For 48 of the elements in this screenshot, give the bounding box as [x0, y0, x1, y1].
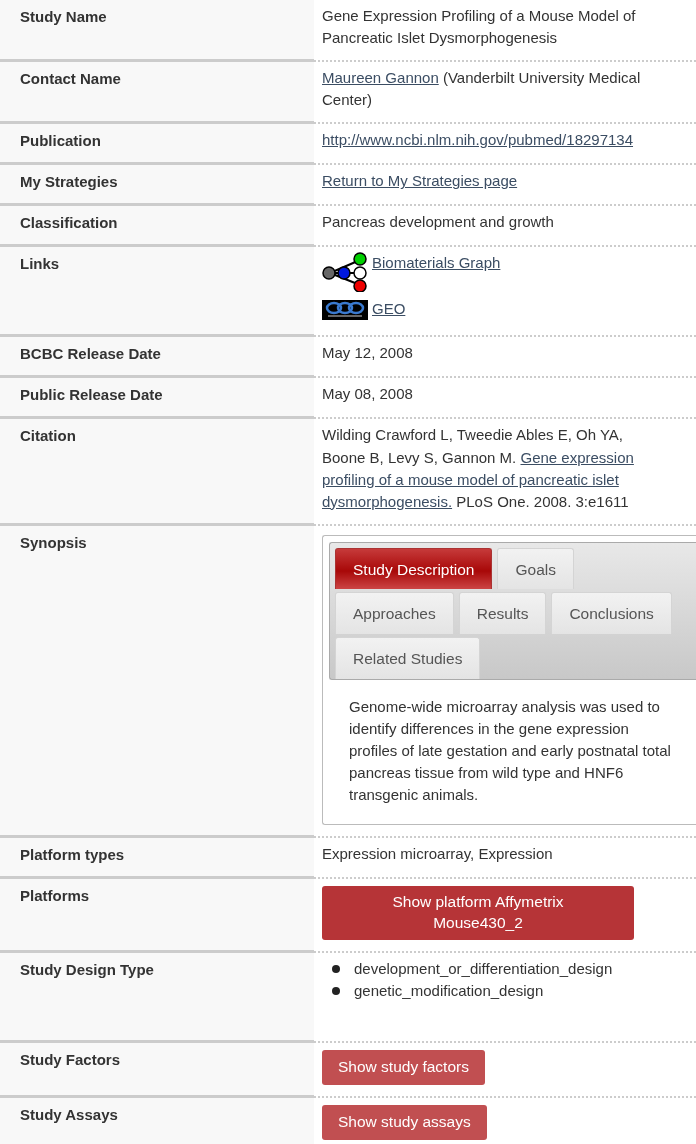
- link[interactable]: Biomaterials Graph: [372, 252, 501, 275]
- field-label: Contact Name: [20, 70, 121, 88]
- field-value: Maureen Gannon (Vanderbilt University Medical Center): [322, 68, 642, 111]
- tab[interactable]: Approaches: [335, 592, 454, 635]
- tab[interactable]: Results: [458, 592, 547, 635]
- link[interactable]: http://www.ncbi.nlm.nih.gov/pubmed/18297134: [322, 131, 634, 149]
- show-button[interactable]: Show study assays: [322, 1105, 487, 1140]
- link[interactable]: GEO: [372, 298, 406, 321]
- field-label: Study Assays: [20, 1106, 118, 1123]
- graph-icon: [322, 252, 368, 293]
- citation-text: Wilding Crawford L, Tweedie Ables E, Oh YA,: [322, 425, 623, 446]
- tab[interactable]: Goals: [497, 547, 574, 590]
- field-value: May 12, 2008: [322, 343, 414, 364]
- list-item: development_or_differentiation_design: [354, 959, 613, 980]
- field-label: Synopsis: [20, 533, 87, 551]
- field-label: Links: [20, 255, 60, 273]
- citation-text: Boone B, Levy S, Gannon M.: [322, 447, 517, 468]
- field-label: Platforms: [20, 887, 90, 905]
- link[interactable]: dysmorphogenesis.: [322, 490, 453, 513]
- tab[interactable]: Related Studies: [335, 637, 481, 679]
- field-value: Gene Expression Profiling of a Mouse Model of Pancreatic Islet Dysmorphogenesis: [322, 6, 637, 49]
- field-label: Publication: [20, 132, 101, 150]
- field-label: Classification: [20, 214, 118, 232]
- field-label: Citation: [20, 427, 76, 445]
- link[interactable]: profiling of a mouse model of pancreatic islet: [322, 468, 619, 491]
- description-text: Genome-wide microarray analysis was used to identify differences in the gene expression profiles of late gestation and early postnatal total pancreas tissue from wild type and HNF6 transgenic animals.: [348, 697, 672, 806]
- field-value: Expression microarray, Expression: [322, 844, 554, 865]
- tab[interactable]: Conclusions: [551, 592, 672, 635]
- tab[interactable]: Study Description: [335, 547, 493, 590]
- bullet-icon: [332, 965, 340, 974]
- field-label: Platform types: [20, 846, 125, 864]
- field-label: BCBC Release Date: [20, 345, 161, 363]
- field-value: Pancreas development and growth: [322, 212, 555, 233]
- field-label: Study Design Type: [20, 961, 154, 979]
- field-label: Public Release Date: [20, 386, 163, 404]
- list-item: genetic_modification_design: [354, 981, 544, 1002]
- link[interactable]: Gene expression: [520, 446, 634, 469]
- show-button[interactable]: Show study factors: [322, 1050, 485, 1085]
- show-button[interactable]: Show platform Affymetrix Mouse430_2: [322, 886, 634, 941]
- link[interactable]: Return to My Strategies page: [322, 172, 518, 190]
- field-label: Study Factors: [20, 1051, 121, 1069]
- link[interactable]: Maureen Gannon: [322, 69, 439, 87]
- field-label: Study Name: [20, 8, 107, 25]
- bullet-icon: [332, 987, 340, 996]
- logo-icon: [322, 298, 368, 321]
- field-value: May 08, 2008: [322, 384, 414, 405]
- field-label: My Strategies: [20, 173, 118, 191]
- citation-text: PLoS One. 2008. 3:e1611: [456, 491, 629, 512]
